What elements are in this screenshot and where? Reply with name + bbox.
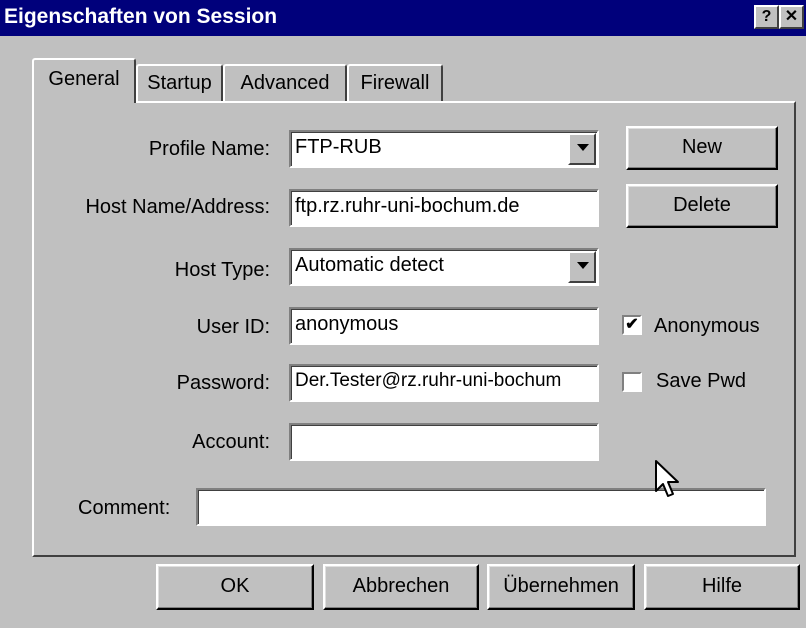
host-name-label: Host Name/Address: <box>85 196 270 218</box>
window-title: Eigenschaften von Session <box>4 5 278 28</box>
user-id-input[interactable]: anonymous <box>289 307 599 345</box>
tab-startup[interactable]: Startup <box>136 64 223 103</box>
password-label: Password: <box>176 372 270 394</box>
account-input[interactable] <box>289 423 599 461</box>
save-pwd-label: Save Pwd <box>656 370 747 392</box>
delete-button[interactable]: Delete <box>626 184 778 228</box>
tab-startup-label: Startup <box>147 72 212 94</box>
cancel-button[interactable]: Abbrechen <box>323 564 479 610</box>
close-icon[interactable]: ✕ <box>779 5 804 29</box>
tab-general-label: General <box>48 68 120 90</box>
help-dialog-button[interactable]: Hilfe <box>644 564 800 610</box>
tab-firewall[interactable]: Firewall <box>347 64 443 103</box>
tab-firewall-label: Firewall <box>360 72 430 94</box>
host-type-label: Host Type: <box>174 259 270 281</box>
help-button[interactable]: ? <box>754 5 779 29</box>
profile-name-value: FTP-RUB <box>295 136 382 158</box>
host-type-value: Automatic detect <box>295 254 444 276</box>
tab-advanced[interactable]: Advanced <box>223 64 347 103</box>
anonymous-label: Anonymous <box>654 315 760 337</box>
tab-advanced-label: Advanced <box>240 72 330 94</box>
host-name-input[interactable]: ftp.rz.ruhr-uni-bochum.de <box>289 189 599 227</box>
user-id-label: User ID: <box>196 316 270 338</box>
chevron-down-icon[interactable] <box>568 251 596 283</box>
comment-label: Comment: <box>78 497 171 519</box>
profile-name-combo[interactable]: FTP-RUB <box>289 130 599 168</box>
mouse-pointer-icon <box>655 460 679 497</box>
password-input[interactable]: Der.Tester@rz.ruhr-uni-bochum <box>289 364 599 402</box>
apply-button[interactable]: Übernehmen <box>487 564 635 610</box>
chevron-down-icon[interactable] <box>568 133 596 165</box>
anonymous-checkbox[interactable]: ✔ <box>622 315 642 335</box>
host-type-combo[interactable]: Automatic detect <box>289 248 599 286</box>
save-pwd-checkbox[interactable] <box>622 372 642 392</box>
new-button[interactable]: New <box>626 126 778 170</box>
tab-general[interactable]: General <box>32 58 136 103</box>
account-label: Account: <box>192 431 270 453</box>
title-bar: Eigenschaften von Session ? ✕ <box>0 0 806 36</box>
profile-name-label: Profile Name: <box>148 138 270 160</box>
ok-button[interactable]: OK <box>156 564 314 610</box>
